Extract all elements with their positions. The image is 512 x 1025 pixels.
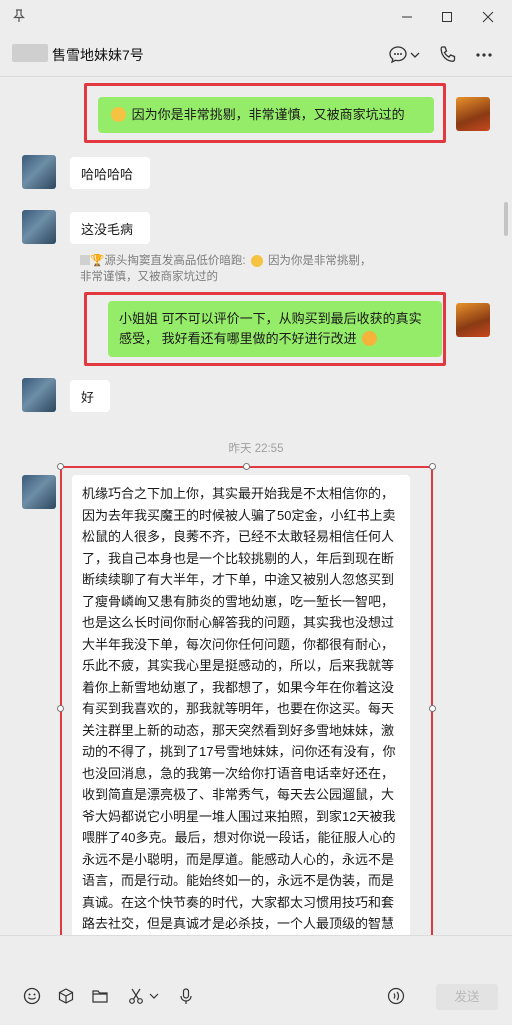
message-bubble-incoming[interactable]: 好 bbox=[70, 380, 110, 412]
avatar[interactable] bbox=[456, 303, 490, 337]
minimize-icon[interactable] bbox=[396, 6, 418, 28]
folder-icon[interactable] bbox=[90, 986, 110, 1006]
maximize-icon[interactable] bbox=[436, 6, 458, 28]
message-text: 好 bbox=[81, 390, 95, 405]
avatar[interactable] bbox=[22, 155, 56, 189]
timestamp: 昨天 22:55 bbox=[228, 443, 284, 455]
resize-handle[interactable] bbox=[57, 705, 64, 712]
scissors-icon[interactable] bbox=[126, 986, 146, 1006]
resize-handle[interactable] bbox=[57, 463, 64, 470]
quoted-reply[interactable]: 🏆源头掏窦直发高品低价暗跑: 因为你是非常挑剔，非常谨慎，又被商家坑过的 bbox=[80, 253, 380, 285]
grin-emoji bbox=[250, 255, 263, 267]
message-text: 哈哈哈哈 bbox=[81, 167, 134, 182]
scrollbar[interactable] bbox=[504, 202, 508, 236]
smile-emoji bbox=[362, 331, 378, 346]
message-input[interactable] bbox=[0, 936, 512, 976]
quote-author: 源头掏窦直发高品低价暗跑: bbox=[104, 255, 246, 267]
send-button[interactable]: 发送 bbox=[436, 984, 498, 1010]
mic-icon[interactable] bbox=[176, 986, 196, 1006]
chat-title: 售雪地妹妹7号 bbox=[52, 47, 144, 63]
chat-area[interactable]: 因为你是非常挑剔，非常谨慎，又被商家坑过的 哈哈哈哈 这没毛病 🏆源头掏窦直发高… bbox=[0, 77, 512, 935]
emoji-icon[interactable] bbox=[22, 986, 42, 1006]
voice-call-icon[interactable] bbox=[386, 986, 406, 1006]
avatar[interactable] bbox=[22, 210, 56, 244]
blurred-name bbox=[80, 255, 90, 265]
more-icon[interactable] bbox=[472, 43, 496, 67]
avatar[interactable] bbox=[22, 475, 56, 509]
phone-icon[interactable] bbox=[436, 43, 460, 67]
favorites-icon[interactable] bbox=[56, 986, 76, 1006]
resize-handle[interactable] bbox=[429, 705, 436, 712]
message-bubble-outgoing[interactable]: 小姐姐 可不可以评价一下，从购买到最后收获的真实感受， 我好看还有哪里做的不好进… bbox=[108, 301, 442, 357]
grin-emoji bbox=[111, 107, 126, 122]
selection-box bbox=[60, 466, 433, 935]
trophy-icon: 🏆 bbox=[90, 255, 105, 267]
window-titlebar bbox=[0, 0, 512, 34]
message-bubble-incoming[interactable]: 这没毛病 bbox=[70, 212, 150, 244]
message-bubble-incoming[interactable]: 哈哈哈哈 bbox=[70, 157, 150, 189]
avatar[interactable] bbox=[456, 97, 490, 131]
chat-more-icon[interactable] bbox=[386, 43, 410, 67]
chat-header: 售雪地妹妹7号 bbox=[0, 34, 512, 77]
message-text: 这没毛病 bbox=[81, 222, 134, 237]
message-bubble-outgoing[interactable]: 因为你是非常挑剔，非常谨慎，又被商家坑过的 bbox=[98, 97, 434, 133]
close-icon[interactable] bbox=[477, 6, 499, 28]
resize-handle[interactable] bbox=[429, 463, 436, 470]
input-area[interactable]: 发送 bbox=[0, 935, 512, 1025]
avatar[interactable] bbox=[22, 378, 56, 412]
pin-icon[interactable] bbox=[12, 9, 26, 23]
chevron-down-icon[interactable] bbox=[408, 43, 422, 67]
message-text: 因为你是非常挑剔，非常谨慎，又被商家坑过的 bbox=[131, 107, 405, 122]
resize-handle[interactable] bbox=[243, 463, 250, 470]
chevron-down-icon[interactable] bbox=[148, 986, 160, 1006]
blurred-contact-prefix bbox=[12, 44, 48, 62]
